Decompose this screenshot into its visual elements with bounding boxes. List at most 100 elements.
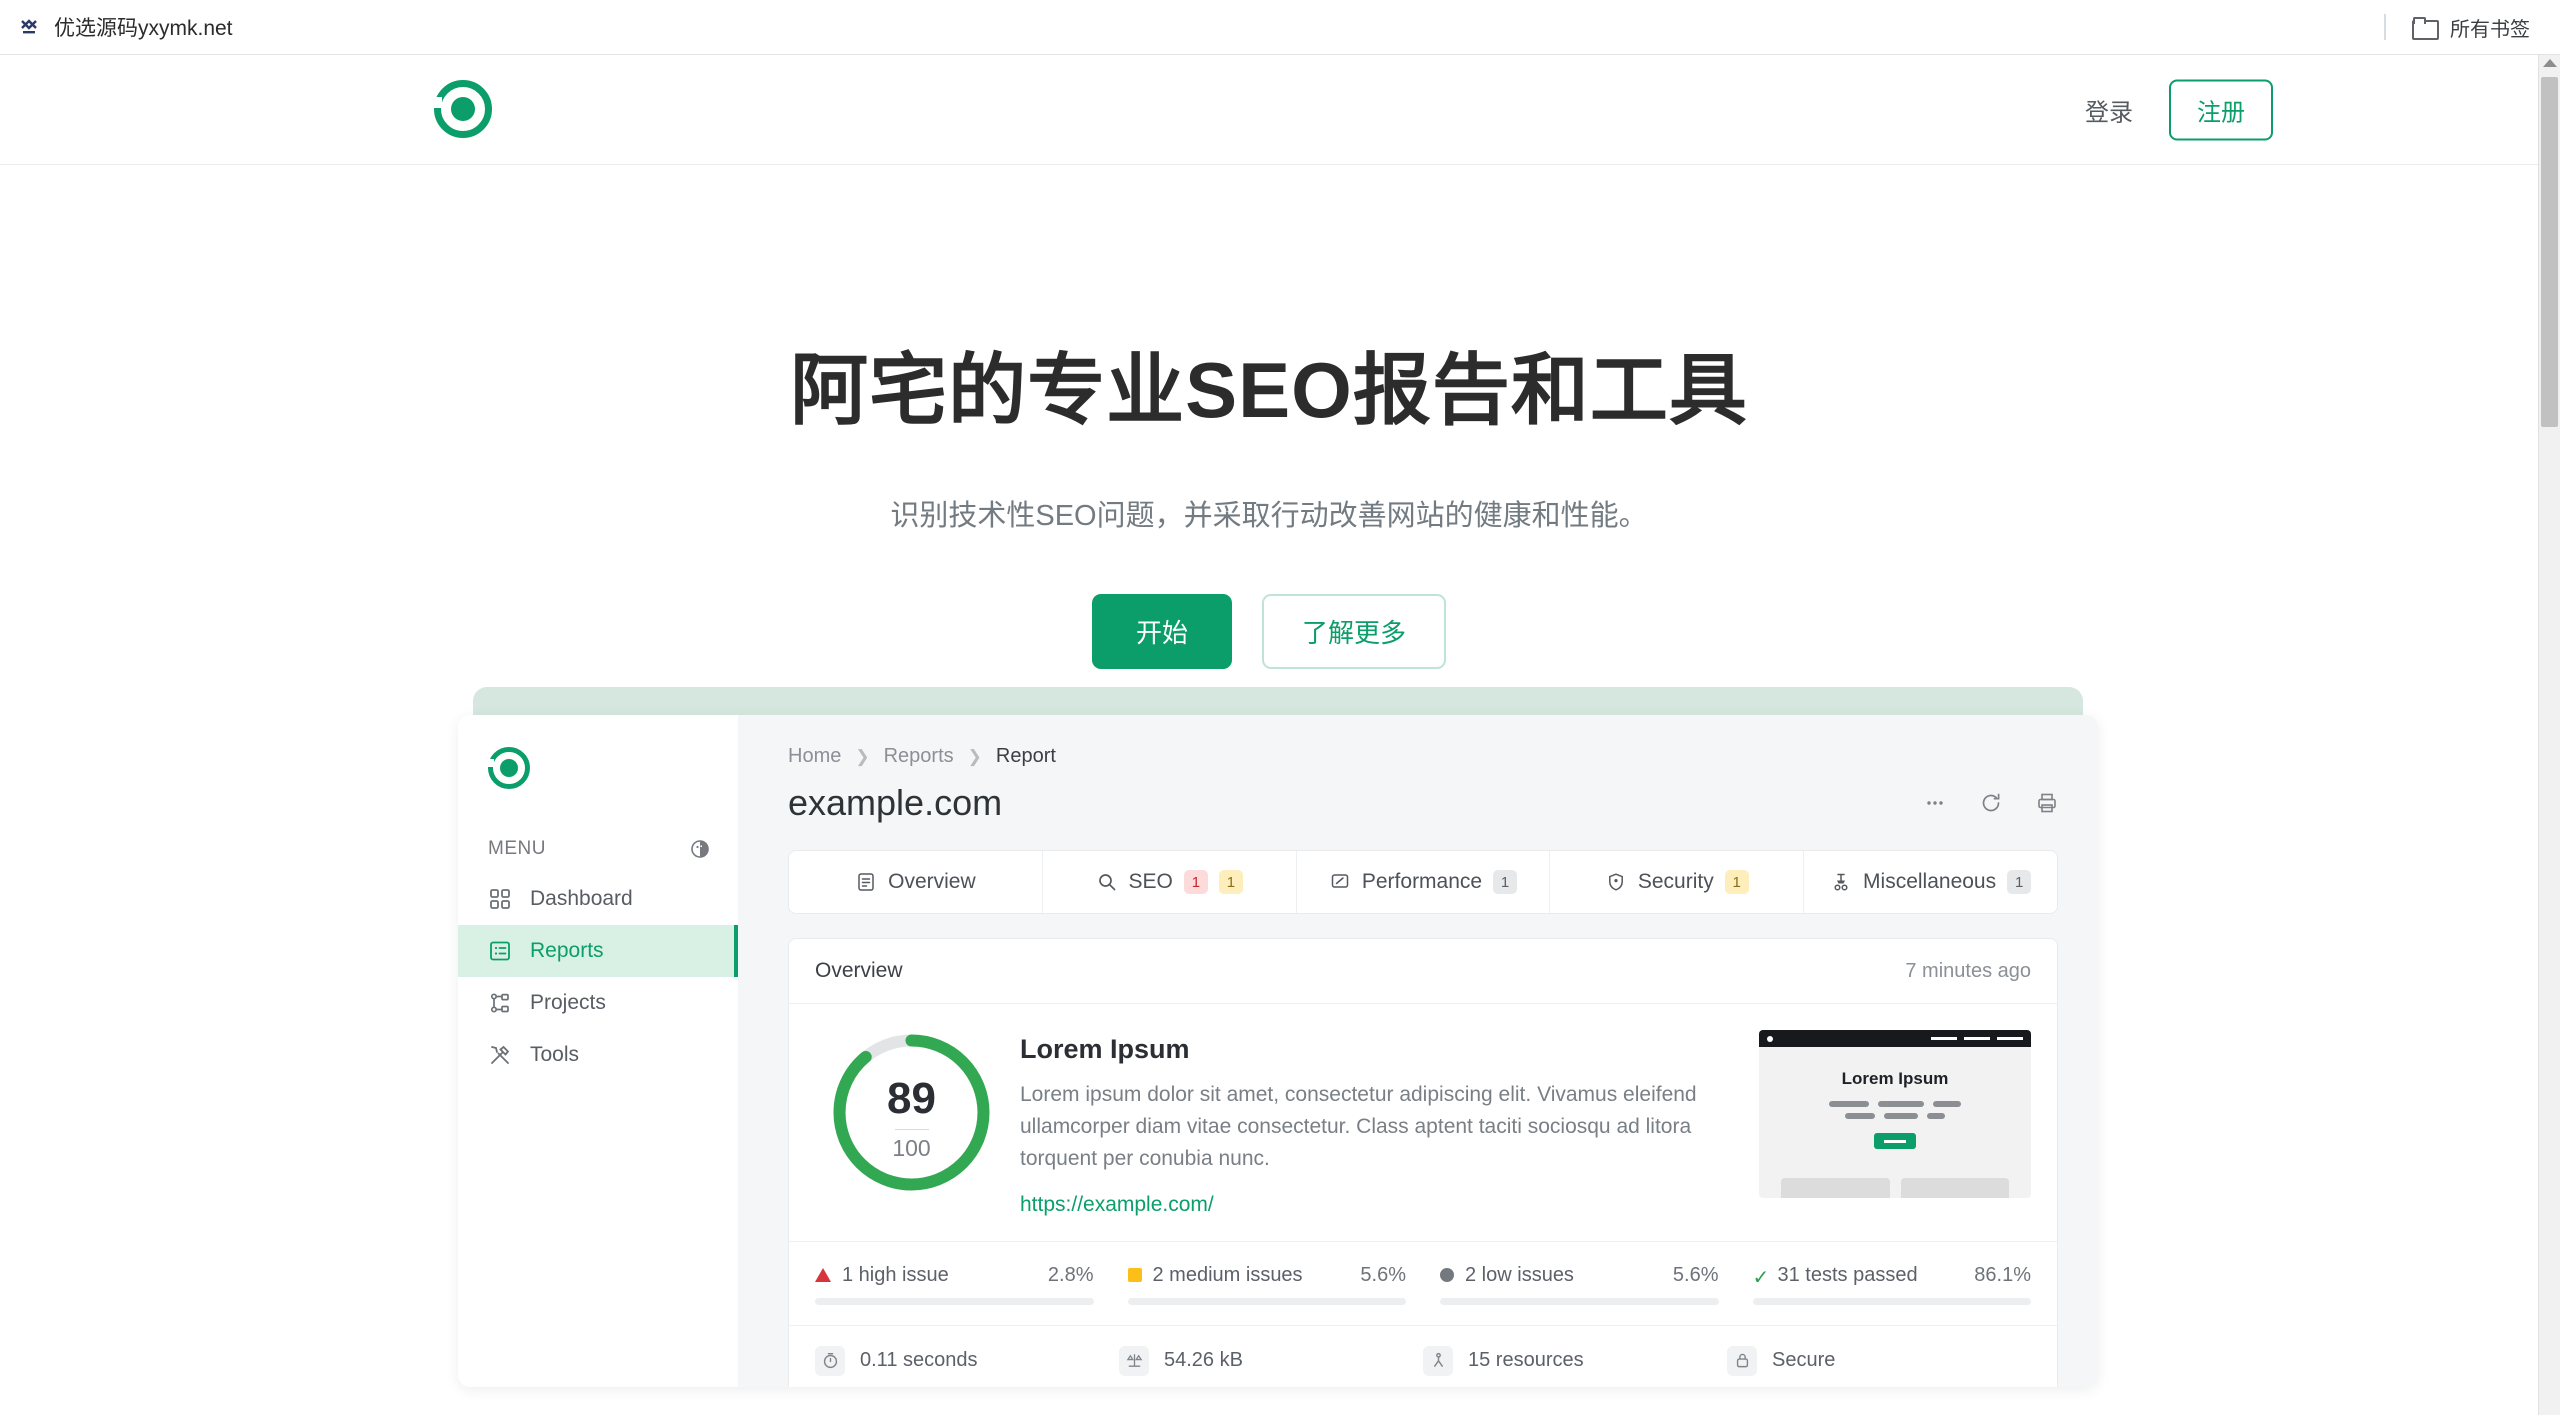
target-logo-icon[interactable]: [433, 80, 492, 138]
breadcrumb-separator: ❯: [967, 746, 982, 766]
gauge-icon: [1329, 871, 1351, 893]
stat-tests-passed: ✓ 31 tests passed 86.1%: [1752, 1263, 2031, 1305]
stat-percent: 2.8%: [1047, 1263, 1094, 1286]
scrollbar-thumb[interactable]: [2541, 77, 2558, 427]
more-icon[interactable]: [1924, 792, 1946, 814]
bookmark-label: 优选源码yxymk.net: [54, 17, 233, 40]
page-scrollbar[interactable]: [2538, 55, 2560, 1415]
login-button[interactable]: 登录: [2075, 84, 2143, 135]
tab-miscellaneous[interactable]: Miscellaneous 1: [1804, 851, 2057, 913]
stat-low-issues: 2 low issues 5.6%: [1440, 1264, 1753, 1305]
tab-overview[interactable]: Overview: [789, 851, 1043, 913]
menu-label: MENU: [488, 838, 546, 859]
medium-issue-square-icon: [1127, 1268, 1142, 1283]
flask-icon: [1830, 871, 1852, 893]
tab-security[interactable]: Security 1: [1550, 851, 1805, 913]
tab-badge-count: 1: [2007, 870, 2032, 894]
sidebar-item-label: Projects: [530, 991, 606, 1014]
stat-percent: 5.6%: [1672, 1263, 1719, 1286]
search-icon: [1096, 871, 1118, 893]
all-bookmarks-label[interactable]: 所有书签: [2450, 13, 2530, 42]
header-actions: 登录 注册: [2075, 79, 2273, 140]
overview-content-heading: Lorem Ipsum: [1020, 1034, 1190, 1064]
metric-label: 15 resources: [1468, 1349, 1584, 1372]
app-window: MENU Dashboard Reports Projects Tools Ho…: [458, 715, 2098, 1387]
register-button[interactable]: 注册: [2169, 79, 2273, 140]
tab-badge-count: 1: [1493, 870, 1518, 894]
thumbnail-dot: [1767, 1035, 1773, 1042]
thumbnail-browser-bar: [1759, 1030, 2031, 1047]
shield-icon: [1605, 871, 1627, 893]
sidebar-item-projects[interactable]: Projects: [458, 977, 738, 1029]
get-started-button[interactable]: 开始: [1091, 594, 1232, 669]
thumbnail-cta: [1874, 1133, 1916, 1149]
tab-label: SEO: [1128, 870, 1173, 893]
app-logo-icon[interactable]: [487, 747, 530, 789]
refresh-icon[interactable]: [1980, 792, 2002, 814]
bookmark-entry[interactable]: 优选源码yxymk.net: [0, 12, 233, 42]
metric-security: Secure: [1727, 1345, 2031, 1376]
folder-icon: [2412, 17, 2439, 40]
stat-label: 2 medium issues: [1152, 1263, 1303, 1286]
overview-card-header: Overview 7 minutes ago: [789, 939, 2057, 1004]
overview-timestamp: 7 minutes ago: [1905, 959, 2031, 982]
contrast-icon[interactable]: [688, 837, 712, 861]
site-url-link[interactable]: https://example.com/: [1020, 1193, 1214, 1217]
tab-label: Miscellaneous: [1863, 870, 1997, 893]
tab-badge-count: 1: [1724, 870, 1749, 894]
stat-label: 2 low issues: [1465, 1263, 1574, 1286]
tab-seo[interactable]: SEO 1 1: [1043, 851, 1297, 913]
score-max: 100: [892, 1135, 931, 1161]
clipboard-icon: [855, 871, 877, 893]
hero-title: 阿宅的专业SEO报告和工具: [790, 346, 1748, 434]
grid-icon: [488, 887, 512, 911]
sidebar-item-tools[interactable]: Tools: [458, 1029, 738, 1081]
breadcrumb-reports[interactable]: Reports: [884, 745, 954, 768]
tab-performance[interactable]: Performance 1: [1297, 851, 1551, 913]
tab-label: Performance: [1361, 870, 1483, 893]
high-issue-triangle-icon: [815, 1268, 831, 1283]
stat-percent: 5.6%: [1360, 1263, 1406, 1286]
score-value: 89: [887, 1074, 936, 1123]
tab-label: Security: [1637, 870, 1714, 893]
overview-heading: Overview: [815, 959, 903, 982]
thumbnail-text-lines: [1759, 1101, 2031, 1119]
sidebar-item-label: Reports: [530, 939, 604, 962]
stat-label: 1 high issue: [842, 1263, 949, 1286]
scroll-up-arrow-icon[interactable]: [2542, 59, 2557, 67]
report-header: example.com: [788, 782, 2058, 824]
metric-label: Secure: [1772, 1349, 1836, 1372]
tab-badge-high: 1: [1183, 870, 1208, 894]
issue-stats: 1 high issue 2.8% 2 medium issues 5.6% 2…: [789, 1240, 2057, 1325]
breadcrumb-current: Report: [995, 745, 1056, 767]
breadcrumb: Home ❯ Reports ❯ Report: [788, 745, 2058, 768]
stat-high-issues: 1 high issue 2.8%: [815, 1264, 1128, 1305]
breadcrumb-home[interactable]: Home: [788, 745, 841, 768]
divider: [2384, 14, 2386, 40]
metric-label: 54.26 kB: [1164, 1349, 1243, 1372]
sidebar-item-label: Dashboard: [530, 887, 633, 910]
print-icon[interactable]: [2036, 792, 2058, 814]
report-actions: [1924, 792, 2058, 814]
site-thumbnail[interactable]: Lorem Ipsum: [1759, 1030, 2031, 1198]
yx-logo-icon: [18, 16, 40, 38]
bookmark-bar-right: 所有书签: [2384, 13, 2560, 42]
learn-more-button[interactable]: 了解更多: [1262, 594, 1447, 669]
app-main: Home ❯ Reports ❯ Report example.com Over…: [738, 715, 2098, 1387]
lock-icon: [1727, 1345, 1757, 1376]
tab-label: Overview: [888, 870, 976, 893]
low-issue-circle-icon: [1440, 1268, 1454, 1283]
sidebar-menu-header: MENU: [488, 837, 712, 861]
thumbnail-cards: [1759, 1178, 2031, 1198]
sidebar-item-dashboard[interactable]: Dashboard: [458, 873, 738, 925]
sidebar-item-reports[interactable]: Reports: [458, 925, 738, 977]
report-tabs: Overview SEO 1 1 Performance 1 Security …: [788, 850, 2058, 914]
overview-paragraph: Lorem ipsum dolor sit amet, consectetur …: [1020, 1083, 1697, 1170]
metric-resources: 15 resources: [1423, 1345, 1727, 1376]
score-gauge: 89 100: [829, 1030, 994, 1195]
page-metrics: 0.11 seconds 54.26 kB 15 resources Secur…: [789, 1324, 2057, 1387]
stat-percent: 86.1%: [1974, 1263, 2031, 1286]
thumbnail-nav-lines: [1931, 1037, 2023, 1040]
metric-page-size: 54.26 kB: [1119, 1345, 1423, 1376]
hero-subtitle: 识别技术性SEO问题，并采取行动改善网站的健康和性能。: [890, 500, 1648, 532]
